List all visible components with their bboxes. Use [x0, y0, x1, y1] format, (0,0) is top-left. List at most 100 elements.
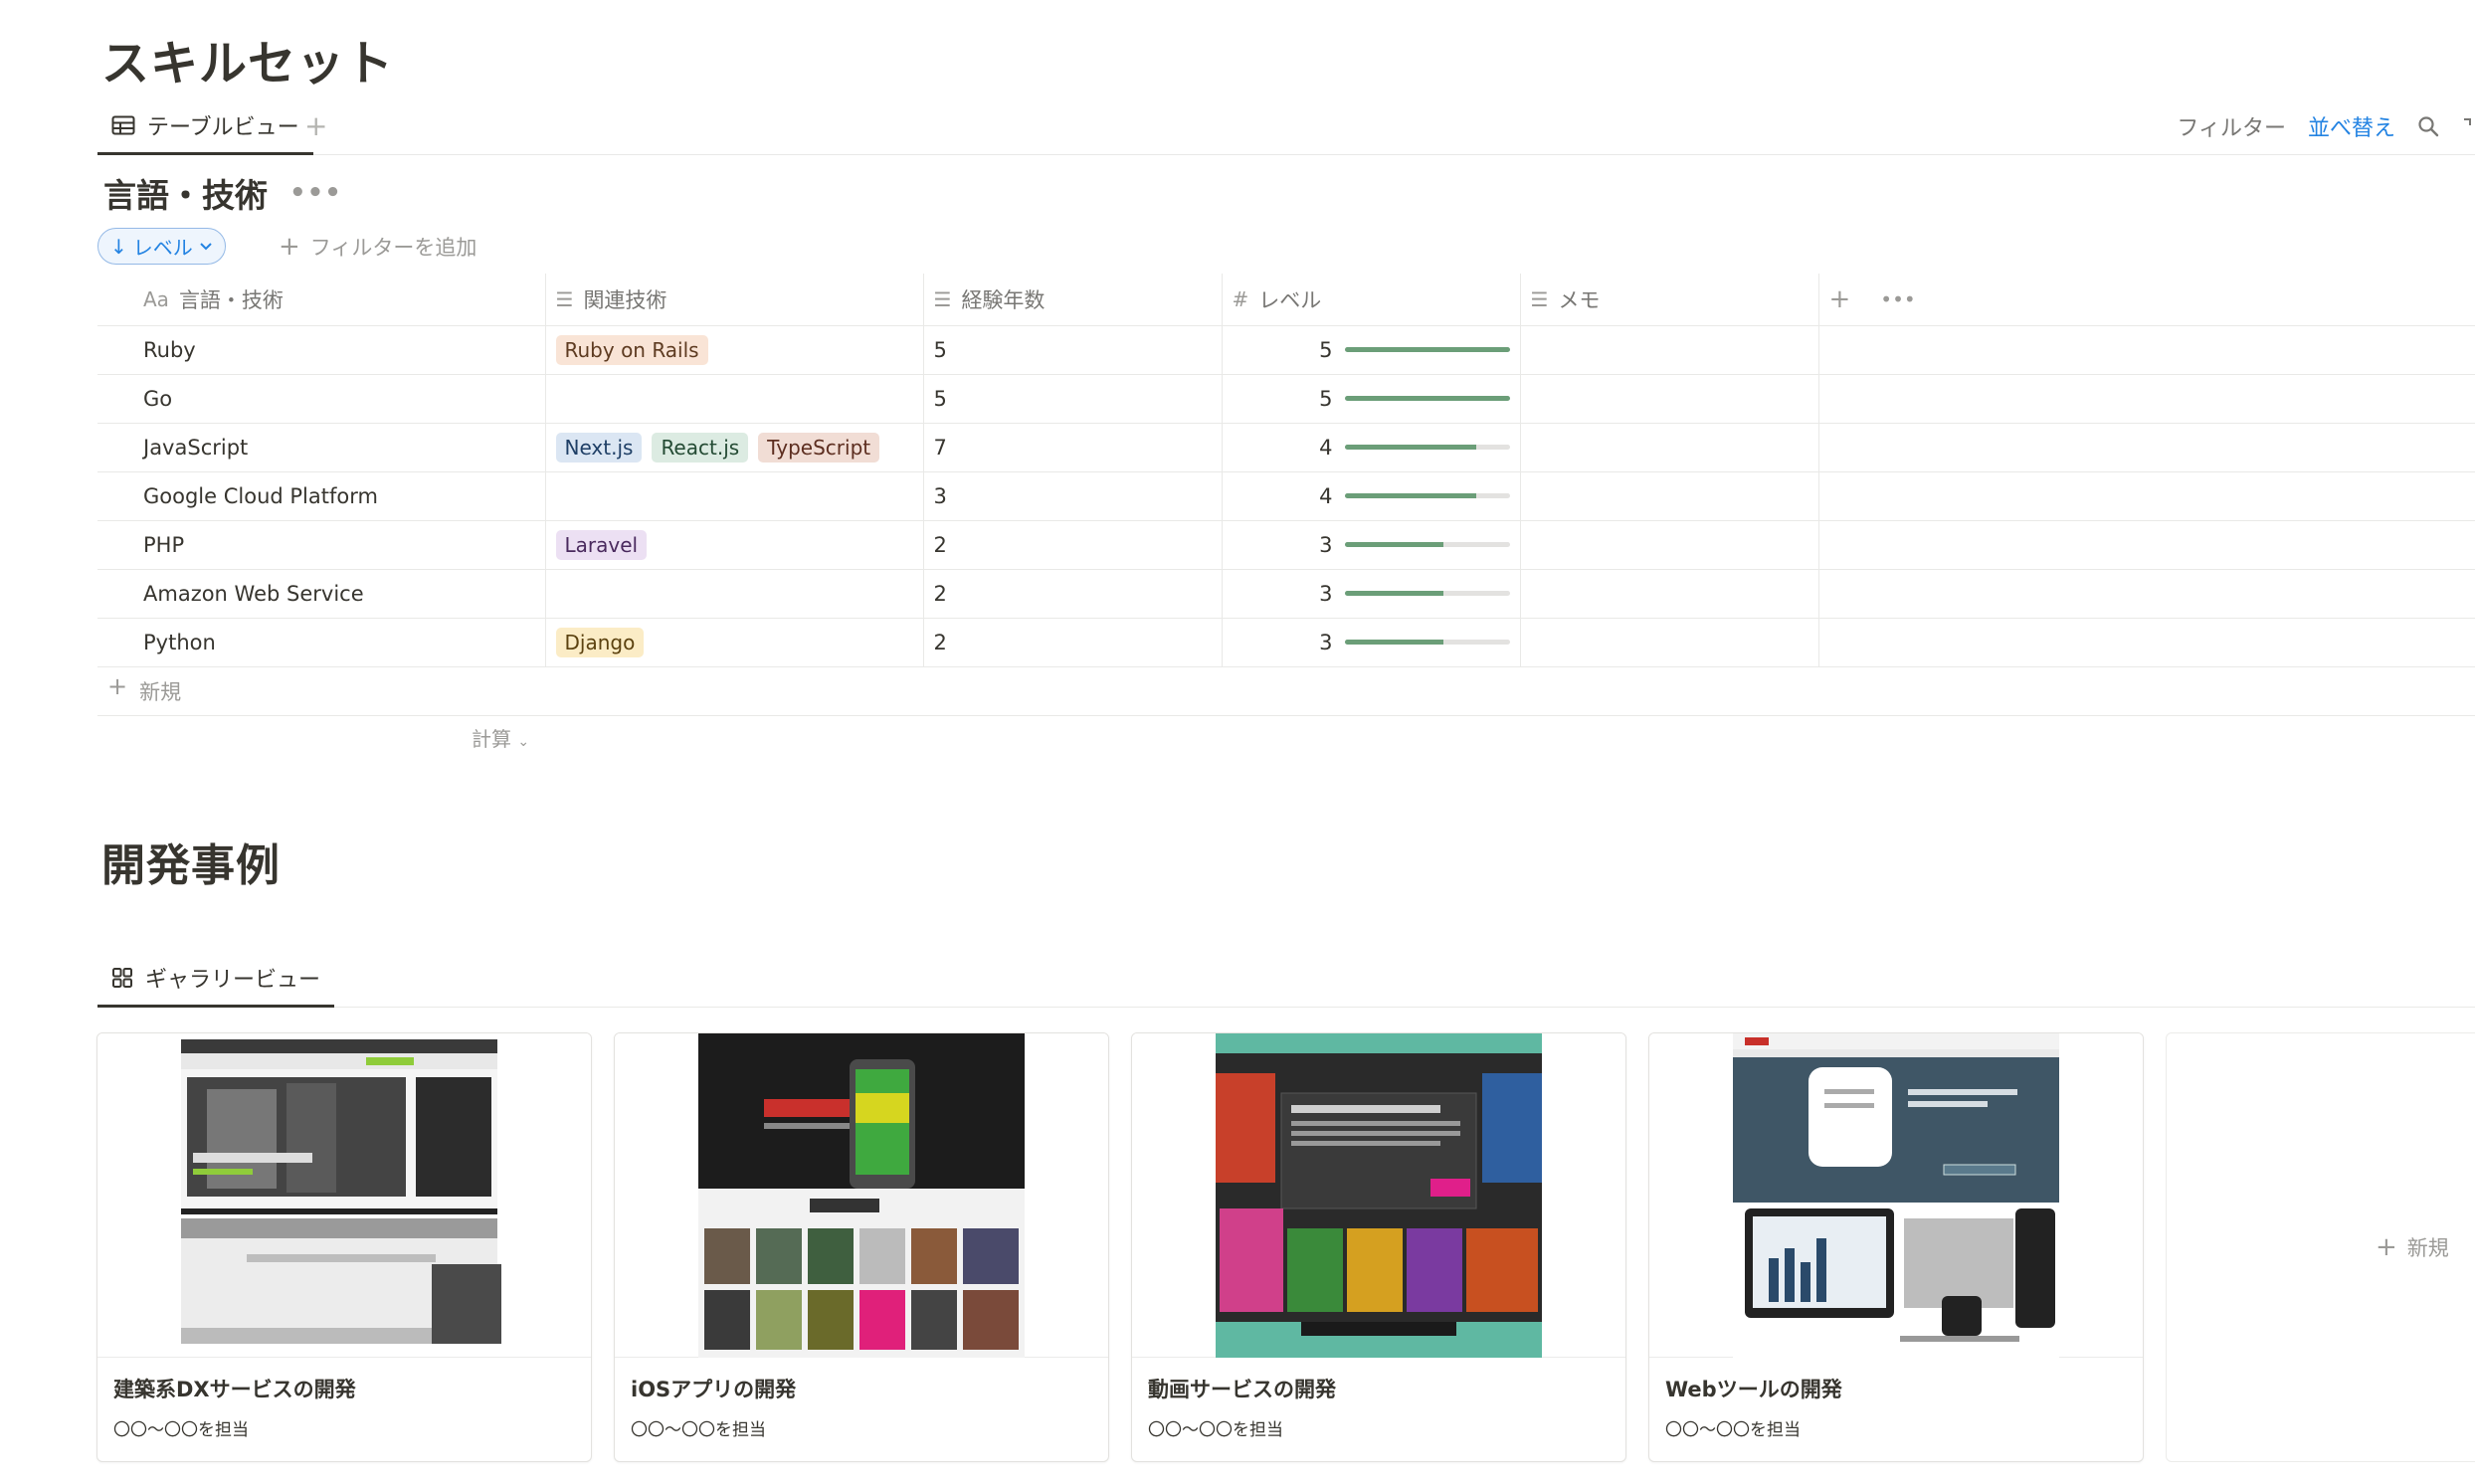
cell-memo[interactable]: [1519, 471, 1818, 521]
cell-related-tech[interactable]: [544, 569, 923, 619]
cell-memo[interactable]: [1519, 520, 1818, 570]
cell-name[interactable]: Amazon Web Service: [97, 569, 545, 619]
cell-years[interactable]: 5: [922, 325, 1222, 375]
add-filter-label: フィルターを追加: [309, 235, 477, 260]
column-header-memo[interactable]: ☰ メモ: [1519, 274, 1818, 326]
gallery-card[interactable]: Webツールの開発 〇〇〜〇〇を担当: [1648, 1032, 2144, 1462]
cell-memo[interactable]: [1519, 325, 1818, 375]
cell-name[interactable]: Python: [97, 618, 545, 667]
cell-years[interactable]: 7: [922, 423, 1222, 472]
cell-memo[interactable]: [1519, 618, 1818, 667]
tag: Next.js: [555, 432, 643, 463]
sort-button[interactable]: 並べ替え: [2308, 110, 2395, 142]
cell-related-tech[interactable]: Laravel: [544, 520, 923, 570]
page-title: スキルセット: [101, 36, 395, 92]
table-row[interactable]: Go 5 5: [97, 374, 2475, 424]
table-row[interactable]: Ruby Ruby on Rails 5 5: [97, 325, 2475, 375]
card-title: Webツールの開発: [1665, 1378, 1842, 1401]
more-options-icon[interactable]: •••: [289, 178, 342, 208]
tag: Laravel: [555, 529, 648, 560]
chevron-down-icon: [200, 242, 212, 250]
new-row-label: 新規: [139, 680, 182, 704]
cell-name[interactable]: Ruby: [97, 325, 545, 375]
search-icon[interactable]: [2417, 115, 2439, 137]
sort-chip[interactable]: ↓ レベル: [97, 228, 226, 265]
level-progress-fill: [1344, 640, 1444, 645]
tag: Django: [555, 627, 645, 657]
add-view-icon[interactable]: +: [304, 109, 327, 142]
cell-level[interactable]: 3: [1221, 618, 1520, 667]
filter-button[interactable]: フィルター: [2177, 110, 2286, 142]
table-row[interactable]: Google Cloud Platform 3 4: [97, 471, 2475, 521]
level-value: 3: [1319, 532, 1333, 557]
calculate-button[interactable]: 計算 ⌄: [472, 723, 529, 752]
tag: Ruby on Rails: [555, 334, 708, 365]
table-body: Ruby Ruby on Rails 5 5 Go 5 5 JavaScript Next.js…: [97, 325, 2475, 667]
level-display: 5: [1233, 338, 1510, 362]
add-card-button[interactable]: + 新規: [2376, 1232, 2449, 1262]
cell-related-tech[interactable]: Django: [544, 618, 923, 667]
list-property-icon: ☰: [555, 286, 574, 311]
plus-icon: +: [279, 231, 300, 262]
new-card-placeholder[interactable]: + 新規: [2166, 1032, 2475, 1462]
gallery-card[interactable]: iOSアプリの開発 〇〇〜〇〇を担当: [614, 1032, 1109, 1462]
table-row[interactable]: PHP Laravel 2 3: [97, 520, 2475, 570]
cell-level[interactable]: 4: [1221, 471, 1520, 521]
arrow-down-icon: ↓: [110, 234, 127, 259]
cell-years[interactable]: 2: [922, 520, 1222, 570]
cell-level[interactable]: 5: [1221, 325, 1520, 375]
plus-icon: +: [2376, 1232, 2397, 1262]
more-options-icon[interactable]: •••: [1880, 287, 1915, 311]
cell-memo[interactable]: [1519, 569, 1818, 619]
tab-table-view[interactable]: テーブルビュー: [97, 97, 313, 155]
tab-label: テーブルビュー: [147, 114, 299, 140]
expand-icon[interactable]: [2461, 115, 2471, 137]
gallery-card[interactable]: 建築系DXサービスの開発 〇〇〜〇〇を担当: [96, 1032, 592, 1462]
cell-years[interactable]: 5: [922, 374, 1222, 424]
cell-related-tech[interactable]: Next.js React.js TypeScript: [544, 423, 923, 472]
cell-name[interactable]: Go: [97, 374, 545, 424]
column-header-name[interactable]: Aa 言語・技術: [97, 274, 545, 326]
gallery-card[interactable]: 動画サービスの開発 〇〇〜〇〇を担当: [1131, 1032, 1626, 1462]
cell-level[interactable]: 3: [1221, 569, 1520, 619]
skills-table: Aa 言語・技術 ☰ 関連技術 ☰ 経験年数 # レベル ☰ メモ + ••• Ruby Ru…: [97, 274, 2475, 667]
table-row[interactable]: JavaScript Next.js React.js TypeScript 7 4: [97, 423, 2475, 472]
cell-name[interactable]: JavaScript: [97, 423, 545, 472]
cell-level[interactable]: 5: [1221, 374, 1520, 424]
level-progress-fill: [1344, 591, 1444, 596]
add-property-icon[interactable]: +: [1829, 284, 1851, 314]
cell-years[interactable]: 2: [922, 618, 1222, 667]
cell-level[interactable]: 3: [1221, 520, 1520, 570]
cell-related-tech[interactable]: Ruby on Rails: [544, 325, 923, 375]
number-property-icon: #: [1232, 286, 1249, 311]
cell-years[interactable]: 3: [922, 471, 1222, 521]
add-row-button[interactable]: + 新規: [107, 674, 182, 706]
cell-level[interactable]: 4: [1221, 423, 1520, 472]
mobile-apps-image-icon: [698, 1033, 1025, 1358]
cell-related-tech[interactable]: [544, 374, 923, 424]
level-display: 3: [1233, 533, 1510, 557]
tab-gallery-view[interactable]: ギャラリービュー: [97, 950, 335, 1008]
table-row[interactable]: Python Django 2 3: [97, 618, 2475, 667]
add-filter-button[interactable]: + フィルターを追加: [279, 228, 476, 265]
column-header-related[interactable]: ☰ 関連技術: [544, 274, 923, 326]
level-display: 4: [1233, 436, 1510, 460]
cell-years[interactable]: 2: [922, 569, 1222, 619]
card-title: 建築系DXサービスの開発: [113, 1378, 356, 1401]
column-header-level[interactable]: # レベル: [1221, 274, 1520, 326]
database-title[interactable]: 言語・技術: [103, 169, 268, 217]
cell-name[interactable]: Google Cloud Platform: [97, 471, 545, 521]
table-row[interactable]: Amazon Web Service 2 3: [97, 569, 2475, 619]
level-display: 3: [1233, 582, 1510, 606]
cell-memo[interactable]: [1519, 374, 1818, 424]
level-progress-bar: [1344, 396, 1510, 401]
card-title: iOSアプリの開発: [631, 1378, 797, 1401]
card-thumbnail: [97, 1033, 591, 1358]
column-header-years[interactable]: ☰ 経験年数: [922, 274, 1222, 326]
new-card-label: 新規: [2406, 1236, 2449, 1260]
cell-name[interactable]: PHP: [97, 520, 545, 570]
cell-empty: [1817, 569, 2475, 619]
cell-related-tech[interactable]: [544, 471, 923, 521]
devices-image-icon: [1733, 1033, 2059, 1358]
cell-memo[interactable]: [1519, 423, 1818, 472]
